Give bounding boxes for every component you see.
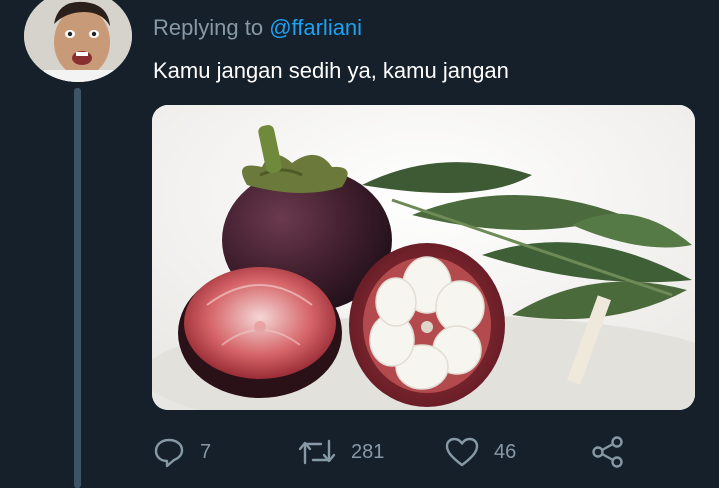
replying-to: Replying to @ffarliani <box>153 15 362 41</box>
tweet-media-image[interactable] <box>152 105 695 410</box>
mangosteen-photo <box>152 105 695 410</box>
like-count: 46 <box>494 440 517 463</box>
retweet-button[interactable]: 281 <box>297 430 384 474</box>
like-button[interactable]: 46 <box>444 430 516 474</box>
reply-button[interactable]: 7 <box>152 430 211 474</box>
avatar[interactable] <box>24 0 132 82</box>
tweet-actions: 7 281 46 <box>152 430 672 474</box>
share-icon <box>592 436 623 468</box>
share-button[interactable] <box>590 430 626 474</box>
reply-icon <box>154 438 184 468</box>
thread-line <box>74 88 81 488</box>
tweet-text: Kamu jangan sedih ya, kamu jangan <box>153 58 509 83</box>
avatar-face-image <box>24 0 132 82</box>
retweet-icon <box>298 439 336 465</box>
heart-icon <box>445 437 479 467</box>
replying-to-label: Replying to <box>153 15 264 40</box>
replying-to-handle-link[interactable]: @ffarliani <box>269 15 362 40</box>
reply-count: 7 <box>200 440 212 463</box>
retweet-count: 281 <box>351 440 385 463</box>
